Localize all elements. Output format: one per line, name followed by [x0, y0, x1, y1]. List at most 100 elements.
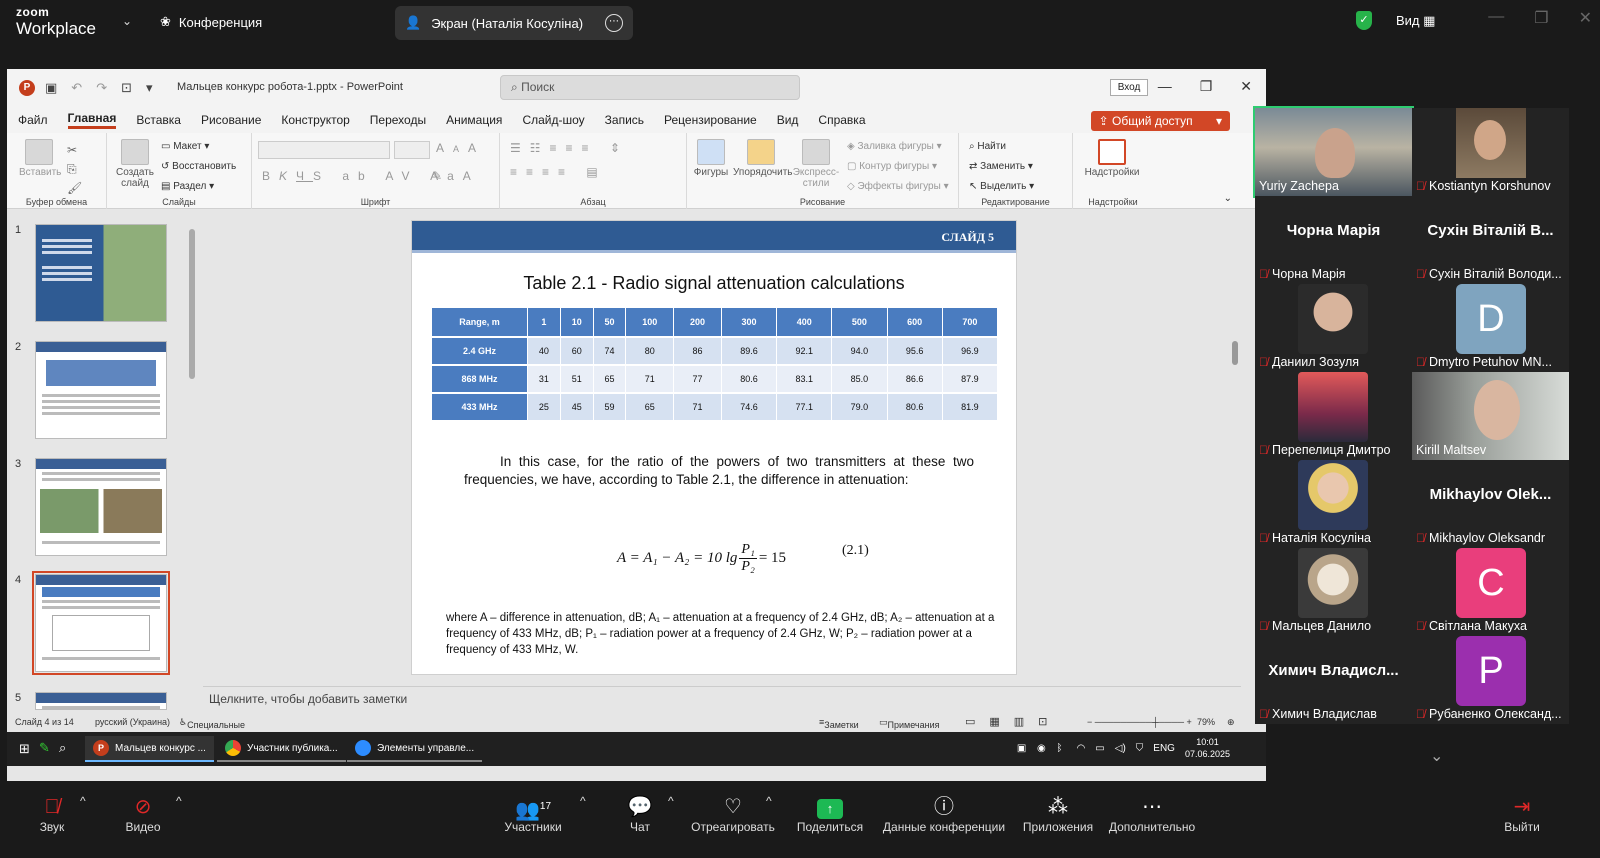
participant-tile[interactable]: Kirill Maltsev: [1412, 372, 1569, 460]
meeting-info-button[interactable]: ⓘ Данные конференции: [882, 794, 1006, 834]
volume-icon[interactable]: ◁): [1115, 743, 1126, 754]
scrollbar-thumb[interactable]: [1232, 341, 1238, 365]
select-button[interactable]: ↖ Выделить ▾: [969, 177, 1034, 197]
more-button[interactable]: ⋯ Дополнительно: [1104, 794, 1200, 834]
participant-tile[interactable]: 🎙̸ Даниил Зозуля: [1255, 284, 1412, 372]
font-color-tools[interactable]: ✎ A: [432, 169, 480, 183]
layout-button[interactable]: ▭ Макет ▾: [161, 137, 236, 157]
tab-file[interactable]: Файл: [18, 113, 48, 127]
cut-icon[interactable]: ✂: [67, 143, 86, 157]
windows-start-icon[interactable]: ⊞: [19, 741, 30, 757]
format-painter-icon[interactable]: 🖌: [67, 181, 91, 195]
search-icon[interactable]: ⌕: [59, 740, 66, 756]
meeting-label[interactable]: ❀ Конференция: [160, 14, 262, 30]
copy-icon[interactable]: ⎘: [67, 162, 86, 176]
font-size-select[interactable]: [394, 141, 430, 159]
clock[interactable]: 10:01 07.06.2025: [1185, 736, 1230, 760]
tab-draw[interactable]: Рисование: [201, 113, 261, 127]
wifi-icon[interactable]: ◠: [1077, 743, 1086, 754]
minimize-icon[interactable]: —: [1158, 78, 1172, 95]
video-button[interactable]: ⊘ Видео: [118, 794, 168, 834]
participant-tile[interactable]: Сухін Віталій В... 🎙̸ Сухін Віталій Волод…: [1412, 196, 1569, 284]
save-icon[interactable]: ▣: [45, 80, 57, 96]
scrollbar-thumb[interactable]: [189, 229, 195, 379]
participant-tile[interactable]: C 🎙̸ Світлана Макуха: [1412, 548, 1569, 636]
tab-home[interactable]: Главная: [67, 111, 117, 129]
signin-button[interactable]: Вход: [1110, 79, 1148, 96]
comments-toggle[interactable]: ▭ Примечания: [879, 717, 939, 730]
paste-button[interactable]: Вставить: [19, 139, 61, 178]
ribbon-collapse-icon[interactable]: ⌄: [1224, 193, 1232, 204]
zoom-slider[interactable]: − ─────────┼──── +: [1087, 717, 1192, 727]
addins-button[interactable]: Надстройки: [1077, 139, 1147, 178]
tab-view[interactable]: Вид: [777, 113, 799, 127]
thumbnail-scrollbar[interactable]: [189, 219, 195, 709]
reset-button[interactable]: ↺ Восстановить: [161, 157, 236, 177]
participant-tile[interactable]: P 🎙̸ Рубаненко Олександ...: [1412, 636, 1569, 724]
view-buttons[interactable]: ▭▦▥⊡: [965, 715, 1061, 728]
restore-icon[interactable]: ❐: [1534, 8, 1548, 28]
language-status[interactable]: русский (Украина): [95, 717, 170, 727]
chat-button[interactable]: 💬 Чат: [620, 794, 660, 834]
quick-styles-button[interactable]: Экспресс-стили: [791, 139, 841, 189]
tray-app-icons[interactable]: ▣ ◉ ᛒ: [1017, 743, 1067, 754]
chat-options-caret[interactable]: ^: [668, 794, 674, 808]
replace-button[interactable]: ⇄ Заменить ▾: [969, 157, 1034, 177]
defender-icon[interactable]: ⛉: [1136, 743, 1144, 754]
react-options-caret[interactable]: ^: [766, 794, 772, 808]
security-shield-icon[interactable]: ✓: [1356, 11, 1372, 30]
taskbar-item-zoom[interactable]: Элементы управле...: [347, 736, 483, 762]
participant-tile[interactable]: Mikhaylov Olek... 🎙̸ Mikhaylov Oleksandr: [1412, 460, 1569, 548]
list-tools[interactable]: ☰☷≡≡≡ ⇕: [510, 141, 629, 155]
font-name-select[interactable]: [258, 141, 390, 159]
tab-insert[interactable]: Вставка: [136, 113, 181, 127]
share-screen-button[interactable]: ↑ Поделиться: [794, 794, 866, 834]
align-tools[interactable]: ≡≡≡≡ ▤: [510, 165, 607, 179]
participants-options-caret[interactable]: ^: [580, 794, 586, 808]
participant-tile[interactable]: 🎙̸ Kostiantyn Korshunov: [1412, 108, 1569, 196]
close-icon[interactable]: ✕: [1240, 78, 1252, 95]
chevron-down-icon[interactable]: ⌄: [122, 14, 132, 28]
participant-tile[interactable]: Химич Владисл... 🎙̸ Химич Владислав: [1255, 636, 1412, 724]
fit-slide-icon[interactable]: ⊕: [1227, 717, 1235, 728]
participant-tile[interactable]: D 🎙̸ Dmytro Petuhov MN...: [1412, 284, 1569, 372]
taskbar-item-chrome[interactable]: Участник публика...: [217, 736, 346, 762]
view-button[interactable]: Вид ▦: [1396, 13, 1435, 29]
shapes-button[interactable]: Фигуры: [691, 139, 731, 178]
search-input[interactable]: ⌕ Поиск: [500, 75, 800, 100]
screen-share-pill[interactable]: 👤 Экран (Наталія Косуліна) ⋯: [395, 6, 633, 40]
tab-record[interactable]: Запись: [605, 113, 644, 127]
zoom-level[interactable]: 79%: [1197, 717, 1215, 727]
arrange-button[interactable]: Упорядочить: [733, 139, 793, 178]
tab-review[interactable]: Рецензирование: [664, 113, 757, 127]
battery-icon[interactable]: ▭: [1095, 743, 1104, 754]
participant-tile[interactable]: 🎙̸ Наталія Косуліна: [1255, 460, 1412, 548]
tab-animations[interactable]: Анимация: [446, 113, 502, 127]
notes-toggle[interactable]: ≡ Заметки: [819, 717, 859, 730]
tab-design[interactable]: Конструктор: [281, 113, 349, 127]
customize-icon[interactable]: ▾: [146, 80, 153, 96]
participant-tile[interactable]: Yuriy Zachepa: [1253, 106, 1414, 198]
tab-help[interactable]: Справка: [818, 113, 865, 127]
share-button[interactable]: ⇪ Общий доступ ▾: [1090, 111, 1230, 131]
input-language[interactable]: ENG: [1153, 743, 1175, 754]
chevron-down-icon[interactable]: ⌄: [1430, 746, 1443, 766]
apps-button[interactable]: ⁂ Приложения: [1018, 794, 1098, 834]
canvas-scrollbar[interactable]: [1229, 210, 1241, 682]
shape-fill-button[interactable]: ◈ Заливка фигуры ▾: [847, 137, 949, 157]
video-options-caret[interactable]: ^: [176, 794, 182, 808]
restore-icon[interactable]: ❐: [1200, 78, 1213, 95]
tab-transitions[interactable]: Переходы: [370, 113, 426, 127]
shape-effects-button[interactable]: ◇ Эффекты фигуры ▾: [847, 177, 949, 197]
tab-slideshow[interactable]: Слайд-шоу: [522, 113, 584, 127]
redo-icon[interactable]: ↷: [96, 80, 107, 96]
audio-button[interactable]: 🎙̸ Звук: [30, 794, 74, 834]
participants-button[interactable]: 👥17 Участники: [500, 794, 566, 834]
react-button[interactable]: ♡ Отреагировать: [688, 794, 778, 834]
audio-options-caret[interactable]: ^: [80, 794, 86, 808]
participant-tile[interactable]: 🎙̸ Перепелиця Дмитро: [1255, 372, 1412, 460]
leave-button[interactable]: ⇥ Выйти: [1500, 794, 1544, 834]
find-button[interactable]: ⌕ Найти: [969, 137, 1034, 157]
more-options-icon[interactable]: ⋯: [605, 14, 623, 32]
accessibility-status[interactable]: ♿ Специальные возможности: проверьте рек…: [179, 717, 248, 760]
